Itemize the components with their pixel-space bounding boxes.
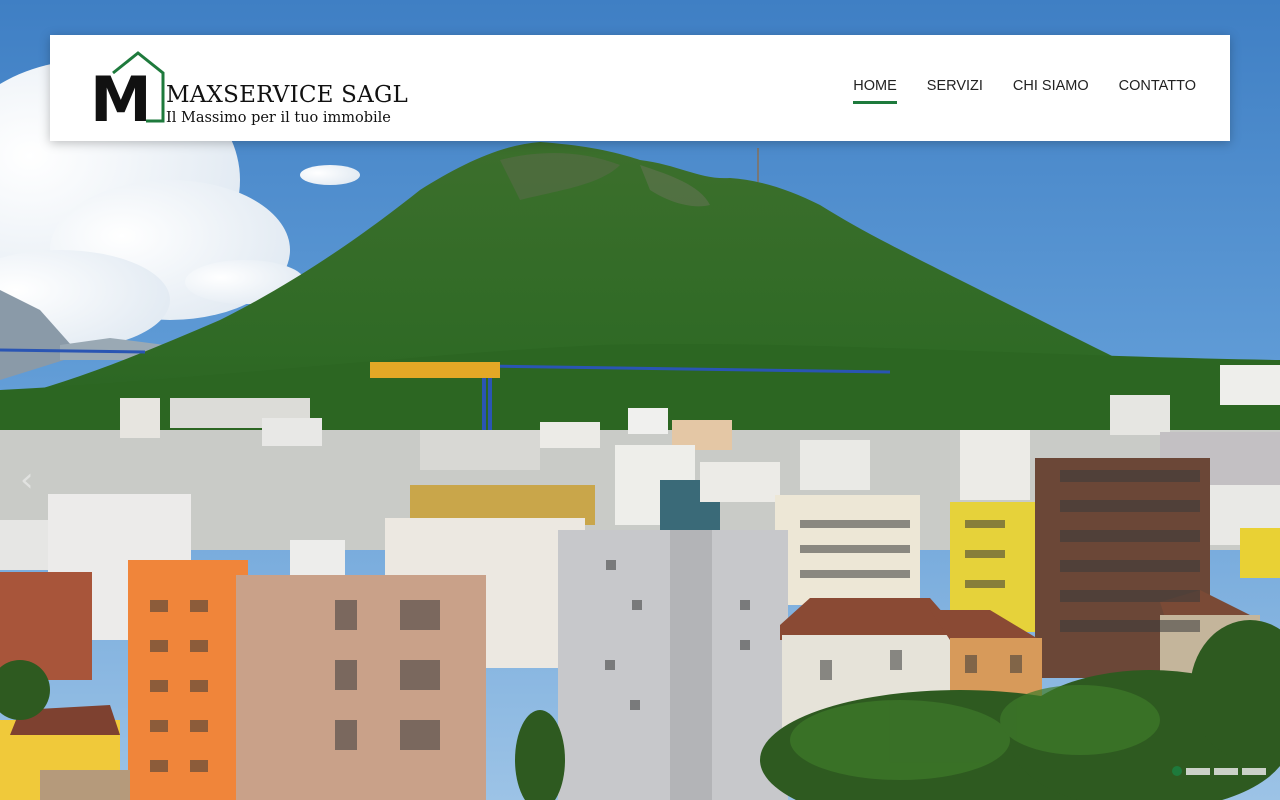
brand-name: MAXSERVICE SAGL	[166, 82, 408, 108]
slide-dot-1[interactable]	[1172, 766, 1182, 776]
nav-chi-siamo[interactable]: CHI SIAMO	[1013, 72, 1089, 104]
logo-letter: M	[90, 63, 152, 127]
site-header: M MAXSERVICE SAGL Il Massimo per il tuo …	[50, 35, 1230, 141]
slide-dot-4[interactable]	[1242, 767, 1266, 775]
brand-tagline: Il Massimo per il tuo immobile	[166, 110, 391, 126]
logo-house-icon: M	[90, 51, 165, 127]
nav-contatto[interactable]: CONTATTO	[1119, 72, 1196, 104]
chevron-left-icon[interactable]: ‹	[20, 462, 42, 498]
logo[interactable]: M MAXSERVICE SAGL Il Massimo per il tuo …	[90, 49, 420, 129]
slide-dot-2[interactable]	[1186, 767, 1210, 775]
slide-dot-3[interactable]	[1214, 767, 1238, 775]
slider-pagination	[1172, 766, 1266, 776]
nav-home[interactable]: HOME	[853, 72, 897, 104]
nav-servizi[interactable]: SERVIZI	[927, 72, 983, 104]
main-nav: HOME SERVIZI CHI SIAMO CONTATTO	[853, 35, 1196, 141]
